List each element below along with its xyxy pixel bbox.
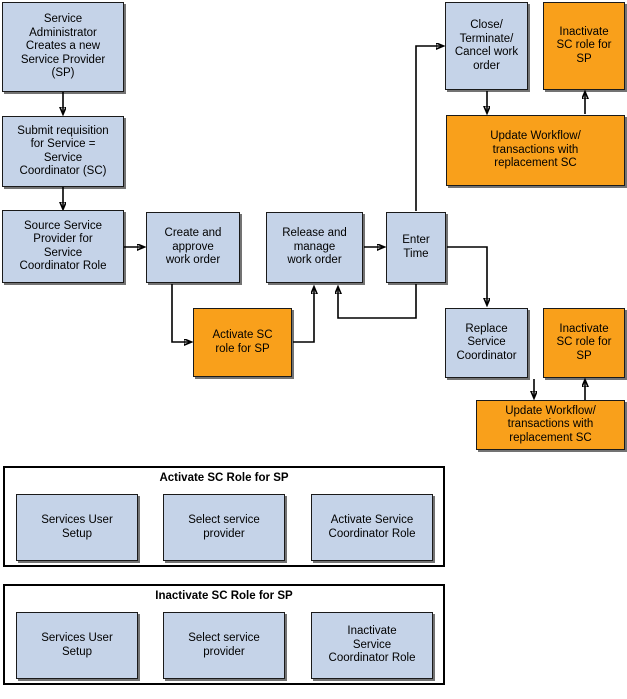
subprocess-panel-activate-title: Activate SC Role for SP — [159, 472, 289, 484]
node-service-administrator-creates-sp[interactable]: Service Administrator Creates a new Serv… — [2, 2, 124, 92]
node-source-service-provider[interactable]: Source Service Provider for Service Coor… — [2, 210, 124, 283]
panel2-step-select-service-provider[interactable]: Select service provider — [163, 612, 285, 679]
edge-n7-n11 — [447, 246, 487, 305]
panel1-step-activate-service-coordinator-role[interactable]: Activate Service Coordinator Role — [311, 494, 433, 561]
panel2-step-inactivate-service-coordinator-role[interactable]: Inactivate Service Coordinator Role — [311, 612, 433, 679]
node-update-workflow-transactions-bottom[interactable]: Update Workflow/ transactions with repla… — [476, 400, 625, 450]
panel2-step-services-user-setup[interactable]: Services User Setup — [16, 612, 138, 679]
subprocess-panel-inactivate-title: Inactivate SC Role for SP — [155, 590, 293, 602]
edge-n5-n6 — [293, 287, 314, 343]
panel1-step-services-user-setup[interactable]: Services User Setup — [16, 494, 138, 561]
panel1-step-select-service-provider[interactable]: Select service provider — [163, 494, 285, 561]
edge-n7-n6-feedback — [338, 284, 417, 319]
node-create-approve-work-order[interactable]: Create and approve work order — [146, 212, 240, 283]
node-inactivate-sc-role-for-sp-bottom[interactable]: Inactivate SC role for SP — [543, 308, 625, 378]
node-update-workflow-transactions-top[interactable]: Update Workflow/ transactions with repla… — [446, 115, 625, 186]
node-release-manage-work-order[interactable]: Release and manage work order — [266, 212, 363, 283]
node-enter-time[interactable]: Enter Time — [386, 212, 446, 283]
node-replace-service-coordinator[interactable]: Replace Service Coordinator — [445, 308, 528, 378]
edge-n4-n5 — [171, 284, 191, 342]
node-submit-requisition[interactable]: Submit requisition for Service = Service… — [2, 116, 124, 187]
node-close-terminate-cancel-work-order[interactable]: Close/ Terminate/ Cancel work order — [445, 2, 528, 90]
node-activate-sc-role-for-sp[interactable]: Activate SC role for SP — [193, 308, 292, 377]
edge-n7-n8 — [415, 46, 443, 211]
node-inactivate-sc-role-for-sp-top[interactable]: Inactivate SC role for SP — [543, 2, 625, 90]
flowchart-canvas: Service Administrator Creates a new Serv… — [0, 0, 627, 699]
